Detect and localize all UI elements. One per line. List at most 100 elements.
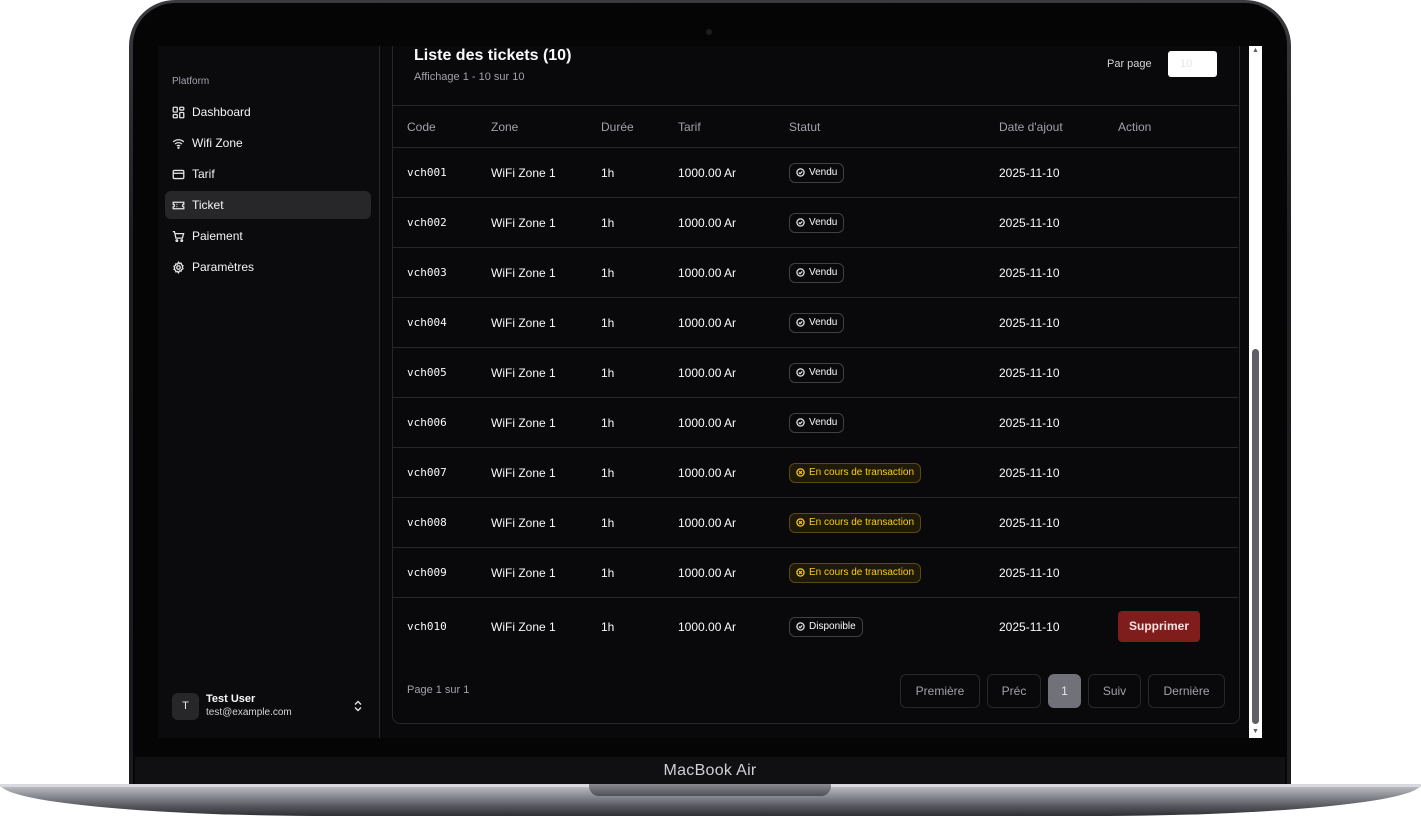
status-badge-label: Vendu: [809, 167, 838, 178]
dashboard-icon: [172, 106, 185, 118]
status-badge-label: En cours de transaction: [809, 467, 915, 478]
cell-duree: 1h: [601, 365, 615, 380]
cell-action: [1118, 248, 1238, 298]
delete-button[interactable]: Supprimer: [1118, 611, 1201, 643]
table-row: vch003 WiFi Zone 1 1h 1000.00 Ar Vendu 2025-1…: [393, 248, 1238, 298]
per-page-input[interactable]: [1168, 51, 1217, 77]
table-row: vch009 WiFi Zone 1 1h 1000.00 Ar En cours de…: [393, 548, 1238, 598]
sidebar-item-label: Ticket: [192, 198, 224, 212]
sidebar-item-label: Paramètres: [192, 260, 255, 274]
chevron-up-down-icon[interactable]: [353, 700, 363, 712]
status-badge-label: Vendu: [809, 417, 838, 428]
status-badge: Vendu: [789, 362, 845, 383]
status-badge-label: En cours de transaction: [809, 517, 915, 528]
cell-duree: 1h: [601, 165, 615, 180]
last-page-button[interactable]: Dernière: [1148, 674, 1225, 708]
cell-statut: Vendu: [789, 348, 999, 398]
cell-statut: Disponible: [789, 598, 999, 656]
sidebar-item-label: Wifi Zone: [192, 136, 243, 150]
check-circle-icon: [796, 418, 805, 427]
cell-statut: Vendu: [789, 148, 999, 198]
sidebar-item-label: Dashboard: [192, 105, 251, 119]
card-icon: [172, 169, 185, 179]
avatar: T: [172, 692, 199, 720]
cell-zone: WiFi Zone 1: [491, 315, 556, 330]
cell-tarif: 1000.00 Ar: [678, 465, 737, 480]
status-badge-label: Vendu: [809, 367, 838, 378]
sidebar-item-paiement[interactable]: Paiement: [165, 222, 371, 250]
header-code: Code: [407, 119, 436, 134]
table-row: vch008 WiFi Zone 1 1h 1000.00 Ar En cours de…: [393, 498, 1238, 548]
scrollbar[interactable]: ▲ ▼: [1249, 46, 1262, 738]
first-page-button[interactable]: Première: [900, 674, 980, 708]
status-badge: En cours de transaction: [789, 462, 922, 483]
status-badge: Disponible: [789, 616, 863, 637]
check-circle-icon: [796, 168, 805, 177]
sidebar-item-dashboard[interactable]: Dashboard: [165, 98, 371, 126]
table-row: vch006 WiFi Zone 1 1h 1000.00 Ar Vendu 2025-1…: [393, 398, 1238, 448]
cell-duree: 1h: [601, 215, 615, 230]
cell-duree: 1h: [601, 465, 615, 480]
cell-tarif: 1000.00 Ar: [678, 215, 737, 230]
check-circle-icon: [796, 622, 805, 631]
cell-tarif: 1000.00 Ar: [678, 619, 737, 634]
cell-action: [1118, 148, 1238, 198]
table-row: vch002 WiFi Zone 1 1h 1000.00 Ar Vendu 2025-1…: [393, 198, 1238, 248]
device-label: MacBook Air: [663, 762, 757, 779]
cell-date: 2025-11-10: [999, 315, 1060, 330]
cell-action: [1118, 548, 1238, 598]
status-badge: Vendu: [789, 162, 845, 183]
x-circle-icon: [796, 518, 805, 527]
per-page-label: Par page: [1107, 58, 1152, 70]
cell-tarif: 1000.00 Ar: [678, 365, 737, 380]
cell-code: vch002: [407, 216, 447, 229]
current-page-button[interactable]: 1: [1048, 674, 1081, 708]
ticket-icon: [172, 201, 185, 209]
screen: Platform Dashboard Wifi Zone Tarif Ticke…: [158, 46, 1262, 738]
scrollbar-thumb[interactable]: [1252, 349, 1259, 724]
cell-duree: 1h: [601, 619, 615, 634]
table-row: vch004 WiFi Zone 1 1h 1000.00 Ar Vendu 2025-1…: [393, 298, 1238, 348]
next-page-button[interactable]: Suiv: [1088, 674, 1141, 708]
cell-tarif: 1000.00 Ar: [678, 415, 737, 430]
status-badge: Vendu: [789, 312, 845, 333]
header-date: Date d'ajout: [999, 119, 1063, 134]
sidebar-item-parametres[interactable]: Paramètres: [165, 253, 371, 281]
scroll-down-arrow-icon[interactable]: ▼: [1252, 728, 1259, 736]
user-menu[interactable]: T Test User test@example.com: [165, 686, 371, 726]
sidebar-item-ticket[interactable]: Ticket: [165, 191, 371, 219]
table-row: vch010 WiFi Zone 1 1h 1000.00 Ar Disponible 2…: [393, 598, 1238, 656]
status-badge: En cours de transaction: [789, 512, 922, 533]
cell-zone: WiFi Zone 1: [491, 515, 556, 530]
cell-zone: WiFi Zone 1: [491, 565, 556, 580]
cell-action: [1118, 198, 1238, 248]
cell-action: Supprimer: [1118, 598, 1238, 656]
cell-zone: WiFi Zone 1: [491, 619, 556, 634]
cell-statut: En cours de transaction: [789, 448, 999, 498]
check-circle-icon: [796, 218, 805, 227]
cell-code: vch001: [407, 166, 447, 179]
status-badge: Vendu: [789, 262, 845, 283]
cell-statut: Vendu: [789, 298, 999, 348]
cell-date: 2025-11-10: [999, 215, 1060, 230]
cell-statut: Vendu: [789, 398, 999, 448]
sidebar-item-tarif[interactable]: Tarif: [165, 160, 371, 188]
status-badge: Vendu: [789, 412, 845, 433]
cell-zone: WiFi Zone 1: [491, 215, 556, 230]
sidebar-item-wifi-zone[interactable]: Wifi Zone: [165, 129, 371, 157]
cell-zone: WiFi Zone 1: [491, 265, 556, 280]
header-statut: Statut: [789, 119, 821, 134]
cell-code: vch006: [407, 416, 447, 429]
cell-action: [1118, 498, 1238, 548]
cell-code: vch005: [407, 366, 447, 379]
header-tarif: Tarif: [678, 119, 701, 134]
scroll-up-arrow-icon[interactable]: ▲: [1252, 47, 1259, 55]
laptop-opening-groove: [589, 784, 831, 796]
cell-code: vch009: [407, 566, 447, 579]
cell-action: [1118, 398, 1238, 448]
cell-duree: 1h: [601, 565, 615, 580]
cell-tarif: 1000.00 Ar: [678, 565, 737, 580]
cell-statut: En cours de transaction: [789, 548, 999, 598]
prev-page-button[interactable]: Préc: [987, 674, 1041, 708]
pagination-info: Page 1 sur 1: [407, 684, 470, 696]
